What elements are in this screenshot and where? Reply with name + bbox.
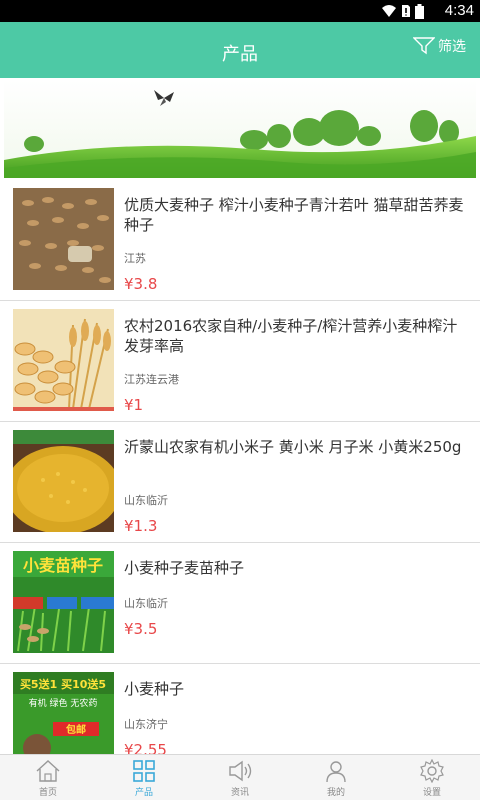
user-icon [326, 761, 346, 783]
nav-news-label: 资讯 [230, 788, 249, 798]
thumb-promo-text: 买5送1 买10送5 [20, 677, 106, 691]
status-icons [381, 3, 424, 19]
product-list: 优质大麦种子 榨汁小麦种子青汁若叶 猫草甜苦荞麦种子 江苏 ¥3.8 农村201… [0, 180, 480, 754]
product-name: 农村2016农家自种/小麦种子/榨汁营养小麦种榨汁 发芽率高 [124, 317, 458, 355]
nav-settings-label: 设置 [422, 788, 441, 798]
thumb-title-text: 小麦苗种子 [23, 556, 103, 575]
nav-settings[interactable]: 设置 [384, 755, 480, 800]
nav-home[interactable]: 首页 [0, 755, 96, 800]
wheat-sprout-seed-image: 小麦苗种子 [13, 551, 114, 653]
barley-seeds-image [13, 188, 114, 290]
app-header: 产品 筛选 [0, 22, 480, 78]
product-item[interactable]: 小麦苗种子 小麦种子麦苗种子 山东临沂 ¥3.5 [0, 543, 480, 664]
product-name: 小麦种子 [124, 680, 185, 698]
thumb-free-shipping-text: 包邮 [66, 723, 86, 736]
nav-products-label: 产品 [134, 788, 153, 798]
filter-icon [413, 37, 435, 55]
product-item[interactable]: 优质大麦种子 榨汁小麦种子青汁若叶 猫草甜苦荞麦种子 江苏 ¥3.8 [0, 180, 480, 301]
status-bar: 4:34 [0, 0, 480, 22]
product-location: 山东临沂 [124, 494, 168, 507]
bottom-nav: 首页 产品 资讯 我的 设置 [0, 754, 480, 800]
product-price: ¥3.5 [124, 620, 158, 638]
speaker-icon [229, 760, 252, 782]
wifi-icon [382, 5, 396, 17]
filter-label: 筛选 [438, 39, 466, 55]
product-price: ¥3.8 [124, 275, 158, 293]
wheat-seed-promo-image: 买5送1 买10送5 有机 绿色 无农药 包邮 [13, 672, 114, 754]
grid-icon [133, 760, 155, 782]
product-location: 江苏 [124, 252, 146, 265]
product-location: 山东济宁 [124, 718, 168, 731]
banner-image[interactable] [4, 80, 476, 178]
product-price: ¥1.3 [124, 517, 158, 535]
product-location: 山东临沂 [124, 597, 168, 610]
product-item[interactable]: 农村2016农家自种/小麦种子/榨汁营养小麦种榨汁 发芽率高 江苏连云港 ¥1 [0, 301, 480, 422]
product-name: 小麦种子麦苗种子 [124, 559, 245, 577]
gear-icon [420, 759, 444, 783]
nav-mine[interactable]: 我的 [288, 755, 384, 800]
product-item[interactable]: 买5送1 买10送5 有机 绿色 无农药 包邮 小麦种子 山东济宁 ¥2.55 [0, 664, 480, 754]
thumb-promo-subtext: 有机 绿色 无农药 [29, 697, 98, 709]
home-icon [36, 760, 60, 782]
product-price: ¥2.55 [124, 741, 167, 754]
wheat-grain-image [13, 309, 114, 411]
clock: 4:34 [444, 2, 474, 19]
nav-products[interactable]: 产品 [96, 755, 192, 800]
no-sim-icon [402, 5, 410, 17]
page-title: 产品 [222, 44, 258, 65]
product-name: 沂蒙山农家有机小米子 黄小米 月子米 小黄米250g [124, 438, 462, 456]
product-location: 江苏连云港 [124, 373, 179, 386]
product-item[interactable]: 沂蒙山农家有机小米子 黄小米 月子米 小黄米250g 山东临沂 ¥1.3 [0, 422, 480, 543]
product-price: ¥1 [124, 396, 144, 414]
filter-button[interactable]: 筛选 [413, 36, 466, 56]
battery-icon [415, 3, 424, 19]
nav-home-label: 首页 [38, 788, 57, 798]
nav-mine-label: 我的 [326, 788, 345, 798]
nav-news[interactable]: 资讯 [192, 755, 288, 800]
product-name: 优质大麦种子 榨汁小麦种子青汁若叶 猫草甜苦荞麦种子 [124, 196, 464, 234]
millet-image [13, 430, 114, 532]
